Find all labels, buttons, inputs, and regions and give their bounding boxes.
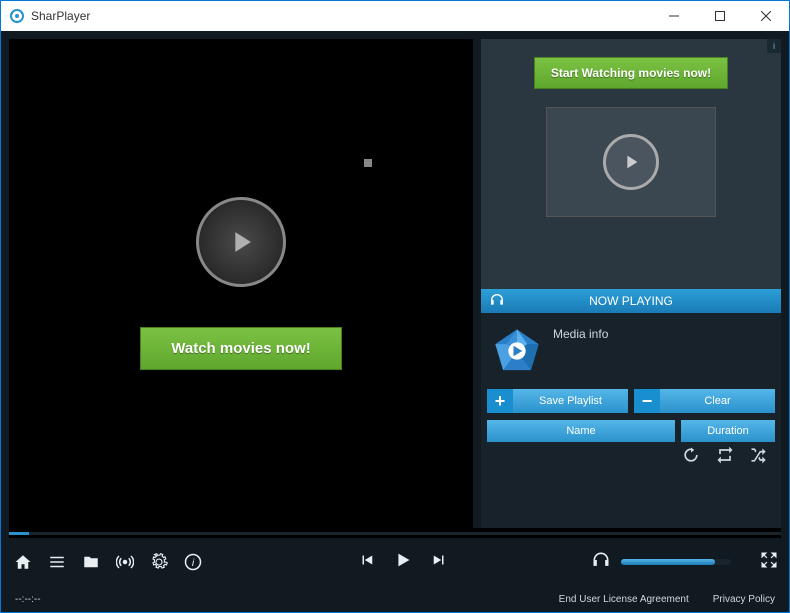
loop-icon[interactable] xyxy=(715,445,735,470)
headphones-icon[interactable] xyxy=(591,550,611,575)
playlist-controls: + Save Playlist − Clear xyxy=(481,388,781,414)
sidebar: i Start Watching movies now! NOW PLAYING xyxy=(481,39,781,528)
volume-area xyxy=(591,550,779,575)
headphones-icon xyxy=(489,292,509,311)
volume-slider[interactable] xyxy=(621,559,731,565)
playlist-button[interactable] xyxy=(45,550,69,574)
watch-movies-button[interactable]: Watch movies now! xyxy=(140,327,341,370)
progress-fill xyxy=(9,532,29,535)
footer: --:--:-- End User License Agreement Priv… xyxy=(1,586,789,612)
clear-playlist-button[interactable]: − Clear xyxy=(634,388,775,414)
main-area: Watch movies now! i Start Watching movie… xyxy=(1,31,789,528)
content-area: Watch movies now! i Start Watching movie… xyxy=(1,31,789,612)
media-info-label: Media info xyxy=(553,327,608,341)
media-thumbnail-icon xyxy=(491,325,543,377)
media-info-row: Media info xyxy=(481,313,781,388)
volume-fill xyxy=(621,559,715,565)
ad-play-button[interactable] xyxy=(603,134,659,190)
titlebar: SharPlayer xyxy=(1,1,789,31)
stream-button[interactable] xyxy=(113,550,137,574)
svg-text:i: i xyxy=(192,557,195,569)
column-name[interactable]: Name xyxy=(487,420,675,442)
transport-controls xyxy=(358,549,448,576)
repeat-icon[interactable] xyxy=(681,445,701,470)
progress-bar[interactable] xyxy=(9,528,781,538)
app-icon xyxy=(9,8,25,24)
save-playlist-label: Save Playlist xyxy=(513,389,628,413)
minimize-button[interactable] xyxy=(651,1,697,31)
clear-playlist-label: Clear xyxy=(660,389,775,413)
ad-panel[interactable]: i Start Watching movies now! xyxy=(481,39,781,289)
playlist-table-header: Name Duration xyxy=(481,420,781,442)
app-window: SharPlayer Watch movies now! i Start Wat… xyxy=(0,0,790,613)
playlist-extra-controls xyxy=(481,442,781,472)
info-button[interactable]: i xyxy=(181,550,205,574)
shuffle-icon[interactable] xyxy=(749,445,769,470)
play-icon xyxy=(620,151,642,173)
now-playing-label: NOW PLAYING xyxy=(589,294,673,308)
play-button[interactable] xyxy=(392,549,414,576)
privacy-link[interactable]: Privacy Policy xyxy=(713,594,775,605)
video-area[interactable]: Watch movies now! xyxy=(9,39,473,528)
fullscreen-button[interactable] xyxy=(759,550,779,575)
progress-track xyxy=(9,532,781,535)
column-duration[interactable]: Duration xyxy=(681,420,775,442)
open-file-button[interactable] xyxy=(79,550,103,574)
eula-link[interactable]: End User License Agreement xyxy=(559,594,689,605)
window-controls xyxy=(651,1,789,31)
placeholder-dot xyxy=(364,159,372,167)
maximize-button[interactable] xyxy=(697,1,743,31)
now-playing-header: NOW PLAYING xyxy=(481,289,781,313)
footer-links: End User License Agreement Privacy Polic… xyxy=(559,594,775,605)
play-icon xyxy=(224,225,258,259)
settings-button[interactable] xyxy=(147,550,171,574)
playlist-panel: NOW PLAYING xyxy=(481,289,781,528)
ad-info-icon[interactable]: i xyxy=(767,39,781,53)
home-button[interactable] xyxy=(11,550,35,574)
ad-preview-box[interactable] xyxy=(546,107,716,217)
ad-cta-button[interactable]: Start Watching movies now! xyxy=(534,57,728,89)
big-play-button[interactable] xyxy=(196,197,286,287)
controls-bar: i xyxy=(1,538,789,586)
close-button[interactable] xyxy=(743,1,789,31)
time-display: --:--:-- xyxy=(15,594,41,605)
save-playlist-button[interactable]: + Save Playlist xyxy=(487,388,628,414)
minus-icon: − xyxy=(634,389,660,413)
plus-icon: + xyxy=(487,389,513,413)
next-button[interactable] xyxy=(430,551,448,574)
app-title: SharPlayer xyxy=(31,9,651,23)
previous-button[interactable] xyxy=(358,551,376,574)
